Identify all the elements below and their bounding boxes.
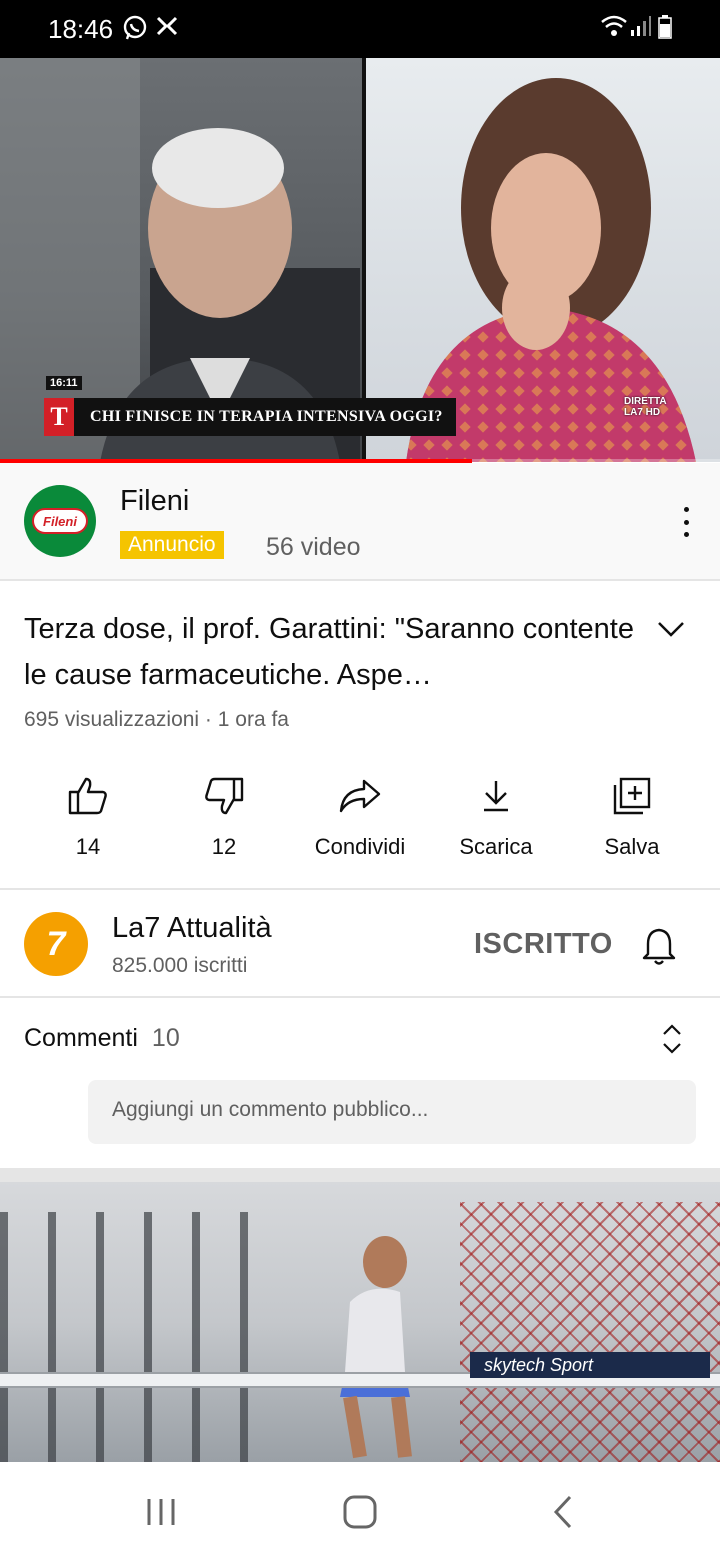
section-separator: [0, 1168, 720, 1182]
ad-advertiser-name[interactable]: Fileni: [120, 485, 189, 518]
ad-video-count: 56 video: [266, 533, 361, 561]
like-button[interactable]: 14: [20, 770, 156, 860]
system-nav-bar: [0, 1462, 720, 1560]
channel-name[interactable]: La7 Attualità: [112, 912, 272, 945]
comments-header[interactable]: Commenti 10: [24, 1024, 180, 1053]
comment-input[interactable]: Aggiungi un commento pubblico...: [88, 1080, 696, 1144]
share-button[interactable]: Condividi: [292, 770, 428, 860]
broadcast-time: 16:11: [46, 376, 82, 390]
save-button[interactable]: Salva: [564, 770, 700, 860]
dislike-button[interactable]: 12: [156, 770, 292, 860]
channel-subscribers: 825.000 iscritti: [112, 954, 248, 977]
watermark-line2: LA7 HD: [624, 407, 661, 418]
video-player[interactable]: 16:11 T CHI FINISCE IN TERAPIA INTENSIVA…: [0, 58, 720, 462]
video-title[interactable]: Terza dose, il prof. Garattini: "Saranno…: [24, 606, 644, 698]
like-count: 14: [75, 834, 101, 859]
expand-collapse-icon[interactable]: [658, 1022, 686, 1061]
ad-logo[interactable]: Fileni: [24, 485, 96, 557]
comments-count: 10: [151, 1024, 180, 1052]
battery-icon: [658, 14, 672, 45]
save-label: Salva: [604, 834, 660, 859]
sponsor-banner: skytech Sport: [470, 1352, 710, 1378]
chevron-down-icon[interactable]: [654, 614, 688, 649]
ad-badge: Annuncio: [120, 531, 224, 559]
back-icon[interactable]: [550, 1492, 576, 1532]
whatsapp-icon: [122, 14, 148, 47]
ad-banner[interactable]: Fileni Fileni Annuncio 56 video: [0, 463, 720, 581]
add-to-playlist-icon: [564, 770, 700, 822]
channel-avatar[interactable]: 7: [24, 912, 88, 976]
dislike-count: 12: [211, 834, 237, 859]
recent-apps-icon[interactable]: [144, 1492, 178, 1532]
news-chyron: T CHI FINISCE IN TERAPIA INTENSIVA OGGI?: [44, 398, 456, 436]
more-options-icon[interactable]: [672, 507, 700, 537]
wifi-icon: [600, 14, 628, 45]
ad-logo-text: Fileni: [32, 508, 88, 534]
net-graphic: [460, 1202, 720, 1462]
share-label: Condividi: [314, 834, 406, 859]
next-video-thumbnail[interactable]: skytech Sport: [0, 1182, 720, 1462]
thumbs-down-icon: [156, 770, 292, 822]
athlete-figure: [290, 1222, 440, 1462]
status-bar: 18:46: [0, 0, 720, 58]
download-label: Scarica: [459, 834, 533, 859]
bell-icon[interactable]: [640, 926, 678, 971]
share-icon: [292, 770, 428, 822]
channel-row[interactable]: 7 La7 Attualità 825.000 iscritti ISCRITT…: [0, 888, 720, 998]
download-icon: [428, 770, 564, 822]
chyron-text: CHI FINISCE IN TERAPIA INTENSIVA OGGI?: [90, 408, 443, 425]
download-button[interactable]: Scarica: [428, 770, 564, 860]
status-time: 18:46: [48, 14, 114, 44]
comments-label: Commenti: [24, 1024, 138, 1052]
la7-watermark: DIRETTA LA7 HD: [624, 396, 667, 418]
action-bar: 14 12 Condividi Scarica Salva: [0, 770, 720, 880]
video-meta: 695 visualizzazioni · 1 ora fa: [24, 708, 289, 731]
watermark-line1: DIRETTA: [624, 396, 667, 407]
tg-logo: T: [44, 398, 74, 436]
notification-icon: [154, 14, 180, 47]
gym-rack-graphic: [0, 1212, 280, 1462]
thumbs-up-icon: [20, 770, 156, 822]
home-icon[interactable]: [342, 1492, 378, 1532]
signal-icon: [630, 14, 652, 45]
subscribed-button[interactable]: ISCRITTO: [474, 928, 613, 961]
